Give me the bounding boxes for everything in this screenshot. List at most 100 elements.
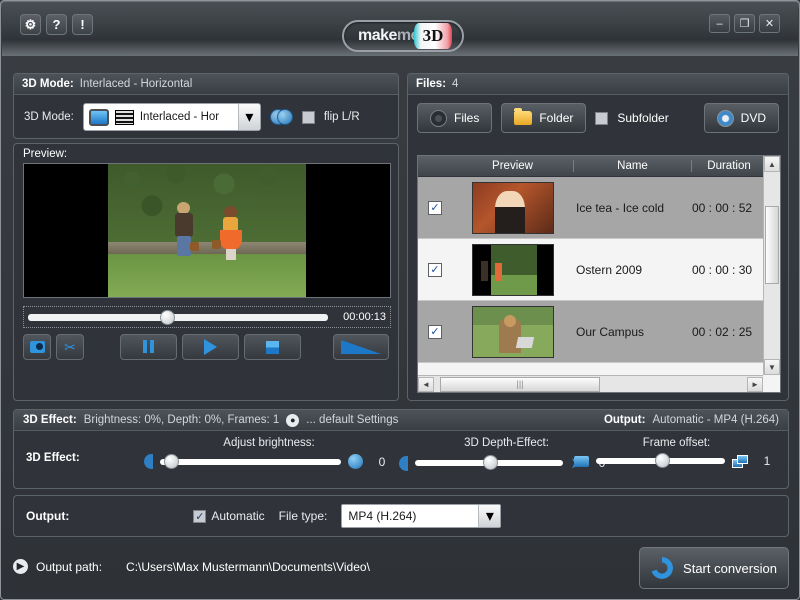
frameoffset-track[interactable] xyxy=(596,458,725,464)
brightness-thumb[interactable] xyxy=(164,454,179,469)
row-checkbox[interactable]: ✓ xyxy=(428,263,442,277)
output-label: Output: xyxy=(26,509,69,523)
brightness-label: Adjust brightness: xyxy=(144,437,394,449)
snapshot-button[interactable] xyxy=(23,334,51,360)
title-bar: ⚙ ? ! makeme 3D – ❐ ✕ xyxy=(2,2,798,56)
table-row[interactable]: ✓ Our Campus 00 : 02 : 25 xyxy=(418,301,780,363)
timeline-track[interactable] xyxy=(28,314,328,321)
cut-button[interactable]: ✂ xyxy=(56,334,84,360)
automatic-label: Automatic xyxy=(211,509,264,523)
table-row[interactable]: ✓ Ice tea - Ice cold 00 : 00 : 52 xyxy=(418,177,780,239)
depth-track[interactable] xyxy=(415,460,563,466)
minimize-button[interactable]: – xyxy=(709,14,730,33)
dvd-label: DVD xyxy=(741,111,766,125)
column-header-preview: Preview xyxy=(452,160,574,172)
vertical-scrollbar[interactable]: ▲ ▼ xyxy=(763,156,780,375)
file-list[interactable]: Preview Name Duration ✓ Ice tea - Ice co… xyxy=(417,155,781,393)
effect-output-label: Output: xyxy=(604,414,646,426)
play-button[interactable] xyxy=(182,334,239,360)
column-header-duration: Duration xyxy=(692,160,766,172)
effect-header-left: 3D Effect: Brightness: 0%, Depth: 0%, Fr… xyxy=(23,414,398,427)
mode-label: 3D Mode: xyxy=(24,111,74,123)
scroll-left-icon[interactable]: ◄ xyxy=(418,377,434,392)
timeline-thumb[interactable] xyxy=(160,310,175,325)
files-panel: Files: 4 Files Folder Subfolder DVD Prev… xyxy=(407,73,789,401)
brightness-track[interactable] xyxy=(160,459,341,465)
mode-panel: 3D Mode: Interlaced - Horizontal 3D Mode… xyxy=(13,73,399,139)
effect-body: 3D Effect: Adjust brightness: 0 3D Depth… xyxy=(14,431,788,487)
info-icon[interactable]: ! xyxy=(72,14,93,35)
volume-icon xyxy=(341,340,381,354)
files-toolbar: Files Folder Subfolder DVD xyxy=(408,95,788,141)
wall-element xyxy=(108,242,308,254)
preview-timeline[interactable]: 00:00:13 xyxy=(23,306,391,328)
column-header-name: Name xyxy=(574,160,692,172)
output-row: Output: ✓ Automatic File type: MP4 (H.26… xyxy=(14,496,788,536)
row-duration: 00 : 00 : 30 xyxy=(692,263,752,277)
vertical-scroll-thumb[interactable] xyxy=(765,206,779,284)
logo-3d-badge: 3D xyxy=(414,23,452,49)
filetype-combobox[interactable]: MP4 (H.264) ▾ xyxy=(341,504,501,528)
frameoffset-slider-row: 1 xyxy=(574,454,779,468)
horizontal-scroll-thumb[interactable]: ||| xyxy=(440,377,600,392)
maximize-button[interactable]: ❐ xyxy=(734,14,755,33)
settings-arrow-icon[interactable]: ● xyxy=(286,414,299,427)
output-path-arrow-icon[interactable]: ▶ xyxy=(13,559,28,574)
subfolder-label: Subfolder xyxy=(617,111,668,125)
dvd-button[interactable]: DVD xyxy=(704,103,779,133)
video-preview-screen[interactable] xyxy=(23,163,391,298)
help-icon[interactable]: ? xyxy=(46,14,67,35)
row-checkbox[interactable]: ✓ xyxy=(428,201,442,215)
frameoffset-thumb[interactable] xyxy=(655,453,670,468)
volume-button[interactable] xyxy=(333,334,389,360)
add-folder-button[interactable]: Folder xyxy=(501,103,586,133)
subfolder-checkbox[interactable] xyxy=(595,112,608,125)
logo-make-text: make xyxy=(358,27,397,44)
frameoffset-min-icon xyxy=(574,456,589,467)
folder-icon xyxy=(514,111,532,125)
brightness-value: 0 xyxy=(370,455,394,469)
basket-right xyxy=(212,240,221,249)
stop-button[interactable] xyxy=(244,334,301,360)
brightness-max-icon xyxy=(348,454,363,469)
filetype-label: File type: xyxy=(279,509,328,523)
frameoffset-label: Frame offset: xyxy=(574,437,779,449)
scroll-up-icon[interactable]: ▲ xyxy=(764,156,780,172)
scroll-right-icon[interactable]: ► xyxy=(747,377,763,392)
mode-combobox[interactable]: Interlaced - Hor ▾ xyxy=(83,103,261,131)
files-header-label: Files: xyxy=(416,78,446,90)
output-path-label: Output path: xyxy=(36,560,102,574)
start-conversion-label: Start conversion xyxy=(683,561,777,576)
pause-button[interactable] xyxy=(120,334,177,360)
effect-header-value: Brightness: 0%, Depth: 0%, Frames: 1 xyxy=(84,414,280,426)
girl-figure xyxy=(220,206,242,262)
refresh-icon xyxy=(651,557,673,579)
horizontal-scrollbar[interactable]: ◄ ||| ► xyxy=(418,375,763,392)
automatic-checkbox[interactable]: ✓ xyxy=(193,510,206,523)
logo-text: makeme xyxy=(358,27,419,45)
preview-frame-image xyxy=(108,164,308,298)
scroll-down-icon[interactable]: ▼ xyxy=(764,359,780,375)
flip-lr-checkbox[interactable] xyxy=(302,111,315,124)
add-folder-label: Folder xyxy=(539,111,573,125)
file-list-header: Preview Name Duration xyxy=(418,156,780,177)
output-path-value[interactable]: C:\Users\Max Mustermann\Documents\Video\ xyxy=(126,560,370,574)
chevron-down-icon[interactable]: ▾ xyxy=(238,104,260,130)
start-conversion-button[interactable]: Start conversion xyxy=(639,547,789,589)
add-files-button[interactable]: Files xyxy=(417,103,492,133)
play-icon xyxy=(204,339,217,355)
snapshot-icon xyxy=(30,341,45,353)
transport-controls: ✂ xyxy=(23,334,391,360)
table-row[interactable]: ✓ Ostern 2009 00 : 00 : 30 xyxy=(418,239,780,301)
row-duration: 00 : 02 : 25 xyxy=(692,325,752,339)
settings-icon[interactable]: ⚙ xyxy=(20,14,41,35)
preview-panel: Preview: 00:00:13 ✂ xyxy=(13,143,399,401)
title-bar-icon-group: ⚙ ? ! xyxy=(20,14,93,35)
close-button[interactable]: ✕ xyxy=(759,14,780,33)
default-settings-link[interactable]: ... default Settings xyxy=(306,414,398,426)
preview-title: Preview: xyxy=(14,144,398,163)
filetype-chevron-down-icon[interactable]: ▾ xyxy=(478,505,500,527)
brightness-slider-group: Adjust brightness: 0 xyxy=(144,437,394,469)
depth-thumb[interactable] xyxy=(483,455,498,470)
row-checkbox[interactable]: ✓ xyxy=(428,325,442,339)
